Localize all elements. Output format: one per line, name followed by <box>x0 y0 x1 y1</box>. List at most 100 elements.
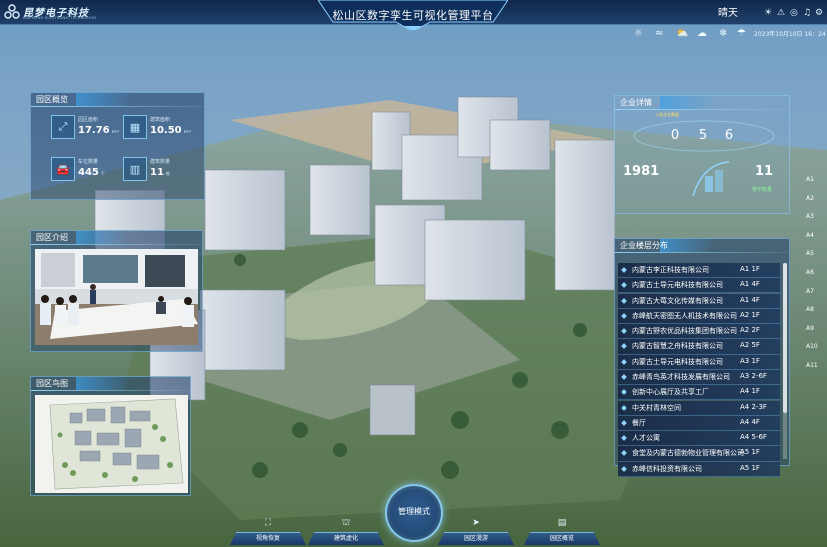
management-mode-button[interactable]: 管理模式 <box>385 484 443 542</box>
windy-icon[interactable]: ≈ <box>655 28 663 39</box>
company-row[interactable]: 赤峰青鸟英才科技发展有限公司 A3 2-6F <box>618 369 780 386</box>
company-name: 人才公寓 <box>632 434 660 443</box>
company-row[interactable]: 内蒙古土导元电科技有限公司 A3 1F <box>618 354 780 370</box>
nav-view-reset[interactable]: ⛶ 视角恢复 <box>230 518 306 546</box>
logo-icon <box>4 4 20 19</box>
alert-icon[interactable]: ⚠ <box>777 8 785 18</box>
counter-digit: 6 <box>724 128 734 143</box>
company-floor: A1 1F <box>740 265 760 273</box>
company-name: 赤峰航天密图无人机技术有限公司 <box>632 311 737 320</box>
company-floor: A3 2-6F <box>740 371 767 380</box>
park-overview-panel: 园区概览 ⤢ 园区面积 17.76 km² ▦ 建筑面积 10.50 km² 🚘 车… <box>30 92 205 200</box>
title-box: 松山区数字孪生可视化管理平台 <box>318 0 508 30</box>
floor-label-a3[interactable]: A3 <box>806 213 814 220</box>
company-detail-panel: 企业详情 入驻企业数量 0 5 6 1981 11 楼宇数量 <box>614 95 790 214</box>
sun-icon[interactable]: ☀ <box>764 8 772 18</box>
nav-park-overview[interactable]: ▤ 园区概览 <box>524 518 600 546</box>
list-scrollbar[interactable] <box>783 263 787 459</box>
header-underline <box>31 244 202 245</box>
snow-icon[interactable]: ❄ <box>719 28 727 39</box>
car-icon: 🚘 <box>51 157 75 181</box>
nav-building-blur[interactable]: ⛫ 建筑虚化 <box>308 518 384 546</box>
floor-label-a5[interactable]: A5 <box>806 250 814 257</box>
stat-value: 445 个 <box>78 167 105 178</box>
stat-buildings: ▥ 建筑数量 11 栋 <box>123 157 203 193</box>
panel-title: 企业楼层分布 <box>620 241 668 250</box>
weather-label: 晴天 <box>718 8 738 19</box>
building-area-icon: ▦ <box>123 115 147 139</box>
settings-icon[interactable]: ⚙ <box>815 8 823 18</box>
company-row[interactable]: 内蒙古野农优品科技集团有限公司 A2 2F <box>618 324 780 340</box>
counter-digit: 0 <box>670 128 680 143</box>
company-row[interactable]: 内蒙古智慧之舟科技有限公司 A2 5F <box>618 339 780 355</box>
park-site-plan[interactable] <box>35 395 188 493</box>
panel-header: 企业楼层分布 <box>615 239 789 253</box>
floor-label-a9[interactable]: A9 <box>806 325 814 332</box>
counter-digit: 5 <box>698 128 708 143</box>
panel-header: 企业详情 <box>615 96 789 110</box>
header-decoration <box>76 231 131 244</box>
rain-icon[interactable]: ☂ <box>737 28 746 39</box>
company-row[interactable]: 人才公寓 A4 5-6F <box>618 431 780 447</box>
overview-icon: ▤ <box>557 518 567 528</box>
header-decoration <box>76 93 131 106</box>
building-icon: ▥ <box>123 157 147 181</box>
nav-park-roam[interactable]: ➤ 园区漫游 <box>438 518 514 546</box>
stat-unit: km² <box>111 129 120 134</box>
row-bullet-icon <box>621 389 627 396</box>
stat-key: 建筑数量 <box>150 159 171 165</box>
header-decoration <box>660 239 715 252</box>
company-row[interactable]: 食堂及内蒙古德勃物业管理有限公司 A5 1F <box>618 446 780 462</box>
company-floor: A5 1F <box>740 448 760 457</box>
company-row[interactable]: 内蒙古李正科技有限公司 A1 1F <box>618 263 780 279</box>
building-icon: ⛫ <box>341 518 351 528</box>
stat-building-area: ▦ 建筑面积 10.50 km² <box>123 115 203 151</box>
intro-photo[interactable] <box>35 249 198 345</box>
park-map-panel: 园区鸟图 <box>30 376 191 496</box>
partly-cloudy-icon[interactable]: ⛅ <box>676 28 688 39</box>
row-bullet-icon <box>621 313 627 319</box>
floor-label-a7[interactable]: A7 <box>806 288 814 295</box>
company-floor: A3 1F <box>740 356 760 365</box>
company-row[interactable]: 餐厅 A4 4F <box>618 415 780 431</box>
camera-icon: ⛶ <box>264 518 272 528</box>
floor-label-a4[interactable]: A4 <box>806 232 814 239</box>
detail-decoration-icon <box>692 161 730 197</box>
stat-number: 10.50 <box>150 125 182 136</box>
panel-title: 企业详情 <box>620 98 652 107</box>
sunny-icon[interactable]: ☼ <box>634 28 643 39</box>
stat-key: 园区面积 <box>78 117 99 123</box>
floor-label-a1[interactable]: A1 <box>806 176 814 183</box>
floor-label-a8[interactable]: A8 <box>806 306 814 313</box>
company-name: 中关村青林空间 <box>632 403 681 412</box>
row-bullet-icon <box>621 404 627 411</box>
floor-label-a6[interactable]: A6 <box>806 269 814 276</box>
user-icon[interactable]: ◎ <box>790 8 798 18</box>
company-row[interactable]: 赤峰航天密图无人机技术有限公司 A2 1F <box>618 308 780 325</box>
company-row[interactable]: 内蒙古大莓文化传媒有限公司 A1 4F <box>618 293 780 309</box>
cloudy-icon[interactable]: ☁ <box>697 28 707 39</box>
company-row[interactable]: 内蒙古土导元电科技有限公司 A1 4F <box>618 278 780 294</box>
stat-unit: 栋 <box>165 171 170 176</box>
stat-unit: km² <box>183 129 192 134</box>
panel-title: 园区介绍 <box>36 233 68 242</box>
stat-value: 11 栋 <box>150 167 170 178</box>
stat-number: 11 <box>150 167 164 178</box>
row-bullet-icon <box>621 450 627 457</box>
floor-label-a2[interactable]: A2 <box>806 195 814 202</box>
row-bullet-icon <box>621 328 627 334</box>
floor-label-a10[interactable]: A10 <box>806 343 818 350</box>
company-row[interactable]: 创新中心展厅及共享工厂 A4 1F <box>618 385 780 401</box>
company-name: 内蒙古土导元电科技有限公司 <box>632 357 723 366</box>
bell-icon[interactable]: ♫ <box>803 8 811 18</box>
company-name: 赤峰青鸟英才科技发展有限公司 <box>632 372 730 381</box>
company-row[interactable]: 中关村青林空间 A4 2-3F <box>618 400 780 416</box>
row-bullet-icon <box>621 297 627 304</box>
panel-title: 园区概览 <box>36 95 68 104</box>
company-row[interactable]: 赤峰信科投资有限公司 A5 1F <box>618 461 780 477</box>
scroll-thumb[interactable] <box>783 263 787 413</box>
building-count-label: 楼宇数量 <box>752 187 773 193</box>
panel-title: 园区鸟图 <box>36 379 68 388</box>
floor-label-a11[interactable]: A11 <box>806 362 818 369</box>
row-bullet-icon <box>621 419 627 426</box>
